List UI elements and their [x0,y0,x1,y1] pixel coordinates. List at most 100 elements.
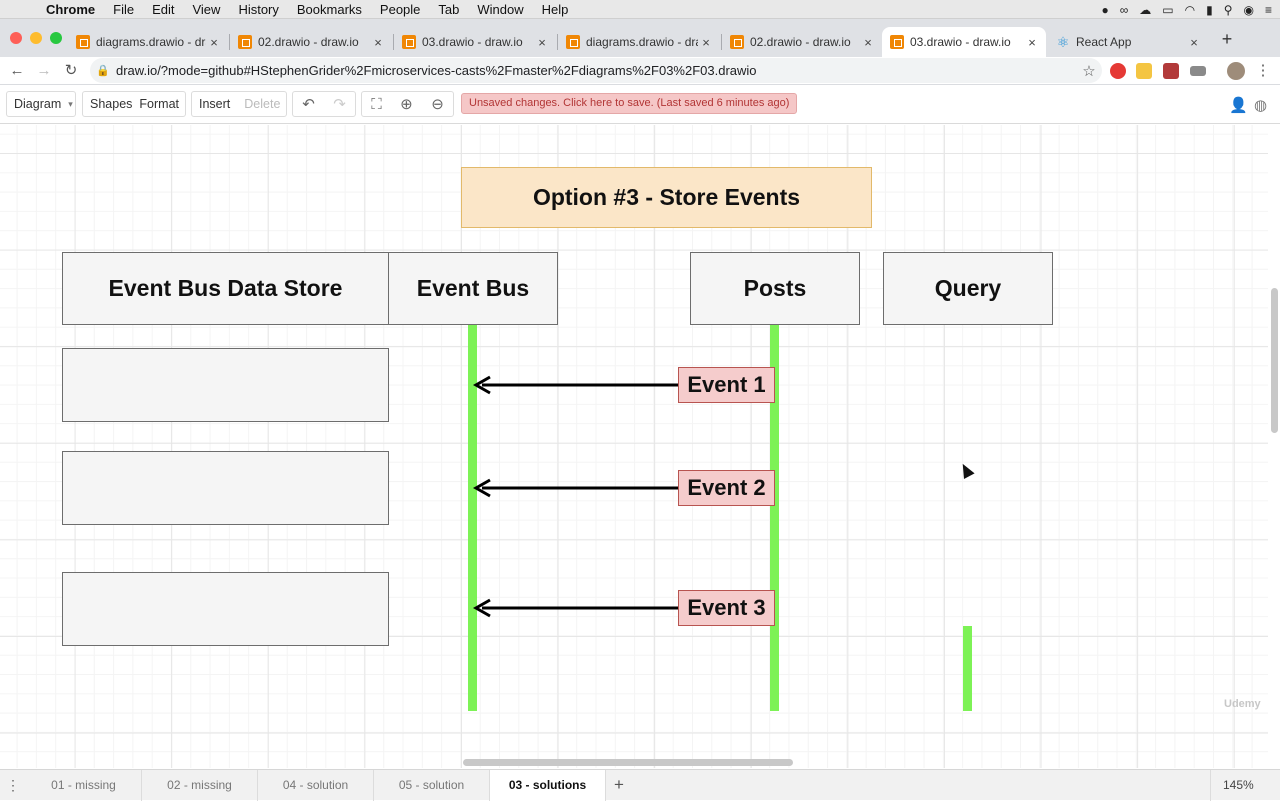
new-tab-button[interactable]: + [1216,29,1238,50]
horizontal-scroll-thumb[interactable] [463,759,793,766]
diagram-menu[interactable]: Diagram ▾ [6,91,76,117]
tab-03-active[interactable]: 03.drawio - draw.io × [882,27,1046,57]
zoom-out-icon[interactable]: ⊖ [424,95,451,113]
cloud-icon[interactable]: ☁ [1139,3,1151,17]
drawio-icon [566,35,580,49]
undo-redo-group: ↶ ↷ [292,91,356,117]
user-icon[interactable]: 👤 [1229,96,1248,114]
redo-icon[interactable]: ↷ [326,95,353,113]
udemy-watermark: Udemy [1224,698,1261,710]
zoom-in-icon[interactable]: ⊕ [393,95,420,113]
menu-history[interactable]: History [229,2,287,17]
page-tabs-bar: ⋮ 01 - missing 02 - missing 04 - solutio… [0,769,1280,801]
siri-icon[interactable]: ◉ [1244,3,1254,17]
bookmark-star-icon[interactable]: ☆ [1076,62,1102,80]
close-tab-icon[interactable]: × [860,35,876,50]
event-1-arrow[interactable] [470,375,682,395]
insert-button[interactable]: Insert [192,97,237,111]
unsaved-changes-banner[interactable]: Unsaved changes. Click here to save. (La… [461,93,798,114]
menu-chrome[interactable]: Chrome [44,2,104,17]
tab-diagrams-1[interactable]: diagrams.drawio - draw.io × [68,27,228,57]
close-tab-icon[interactable]: × [370,35,386,50]
chrome-menu-icon[interactable]: ⋮ [1252,60,1274,82]
zoom-level[interactable]: 145% [1210,770,1270,801]
query-lifeline[interactable] [963,626,972,711]
close-tab-icon[interactable]: × [1186,35,1202,50]
header-event-bus[interactable]: Event Bus [388,252,558,325]
event-2-box[interactable]: Event 2 [678,470,775,506]
close-tab-icon[interactable]: × [698,35,714,50]
menu-bookmarks[interactable]: Bookmarks [288,2,371,17]
minimize-window-button[interactable] [30,32,42,44]
diagram-title[interactable]: Option #3 - Store Events [461,167,872,228]
spotlight-search-icon[interactable]: ⚲ [1224,3,1233,17]
page-tab-03-active[interactable]: 03 - solutions [490,769,606,801]
screen-recorder-icon[interactable]: ● [1101,3,1108,17]
chevron-down-icon: ▾ [68,98,73,109]
browser-tab-strip: diagrams.drawio - draw.io × 02.drawio - … [0,19,1280,57]
pages-menu-icon[interactable]: ⋮ [0,777,26,794]
diagram-canvas[interactable]: Option #3 - Store Events Event Bus Data … [0,125,1268,768]
url-text[interactable]: draw.io/?mode=github#HStephenGrider%2Fmi… [116,63,1076,78]
event-3-box[interactable]: Event 3 [678,590,775,626]
zoom-window-button[interactable] [50,32,62,44]
close-tab-icon[interactable]: × [534,35,550,50]
tab-02-2[interactable]: 02.drawio - draw.io × [722,27,882,57]
fullscreen-icon[interactable]: ⛶ [364,96,389,113]
forward-icon[interactable]: → [33,60,55,82]
menu-edit[interactable]: Edit [143,2,183,17]
menu-file[interactable]: File [104,2,143,17]
vertical-scroll-thumb[interactable] [1271,288,1278,433]
view-group: ⛶ ⊕ ⊖ [361,91,454,117]
add-page-button[interactable]: + [606,775,632,795]
address-bar[interactable]: 🔒 draw.io/?mode=github#HStephenGrider%2F… [90,58,1102,83]
close-window-button[interactable] [10,32,22,44]
close-tab-icon[interactable]: × [1024,35,1040,50]
drawio-icon [730,35,744,49]
shapes-button[interactable]: Shapes [83,97,139,111]
page-tab-02[interactable]: 02 - missing [142,769,258,801]
page-tab-04[interactable]: 04 - solution [258,769,374,801]
format-button[interactable]: Format [139,97,186,111]
tab-react-app[interactable]: ⚛ React App × [1048,27,1208,57]
glasses-icon[interactable]: ∞ [1120,3,1129,17]
tab-03-1[interactable]: 03.drawio - draw.io × [394,27,556,57]
status-icons: ● ∞ ☁ ▭ ◠ ▮ ⚲ ◉ ≡ [1101,0,1272,19]
menu-view[interactable]: View [183,2,229,17]
menu-tab[interactable]: Tab [429,2,468,17]
menu-window[interactable]: Window [468,2,532,17]
airplay-icon[interactable]: ▭ [1162,3,1173,17]
menu-help[interactable]: Help [533,2,578,17]
menu-people[interactable]: People [371,2,429,17]
header-posts[interactable]: Posts [690,252,860,325]
notification-center-icon[interactable]: ≡ [1265,3,1272,17]
event-2-arrow[interactable] [470,478,682,498]
header-query[interactable]: Query [883,252,1053,325]
vertical-scrollbar[interactable] [1268,125,1280,768]
data-store-slot-2[interactable] [62,451,389,525]
extension-list-icon[interactable] [1190,66,1206,76]
event-1-box[interactable]: Event 1 [678,367,775,403]
profile-avatar[interactable] [1227,62,1245,80]
tab-02-1[interactable]: 02.drawio - draw.io × [230,27,392,57]
reload-icon[interactable]: ↻ [60,60,82,82]
extension-yellow-icon[interactable] [1136,63,1152,79]
close-tab-icon[interactable]: × [206,35,222,50]
battery-icon[interactable]: ▮ [1206,3,1213,17]
page-tab-01[interactable]: 01 - missing [26,769,142,801]
delete-button[interactable]: Delete [237,97,287,111]
extension-shield-icon[interactable] [1163,63,1179,79]
data-store-slot-1[interactable] [62,348,389,422]
undo-icon[interactable]: ↶ [295,95,322,113]
lock-icon[interactable]: 🔒 [90,64,116,77]
language-globe-icon[interactable]: ◍ [1254,96,1267,114]
tab-diagrams-2[interactable]: diagrams.drawio - draw.io × [558,27,720,57]
event-3-arrow[interactable] [470,598,682,618]
wifi-icon[interactable]: ◠ [1185,3,1195,17]
page-tab-05[interactable]: 05 - solution [374,769,490,801]
data-store-slot-3[interactable] [62,572,389,646]
mouse-cursor-icon [957,461,975,479]
back-icon[interactable]: ← [6,60,28,82]
extension-red-icon[interactable] [1110,63,1126,79]
header-event-bus-data-store[interactable]: Event Bus Data Store [62,252,389,325]
